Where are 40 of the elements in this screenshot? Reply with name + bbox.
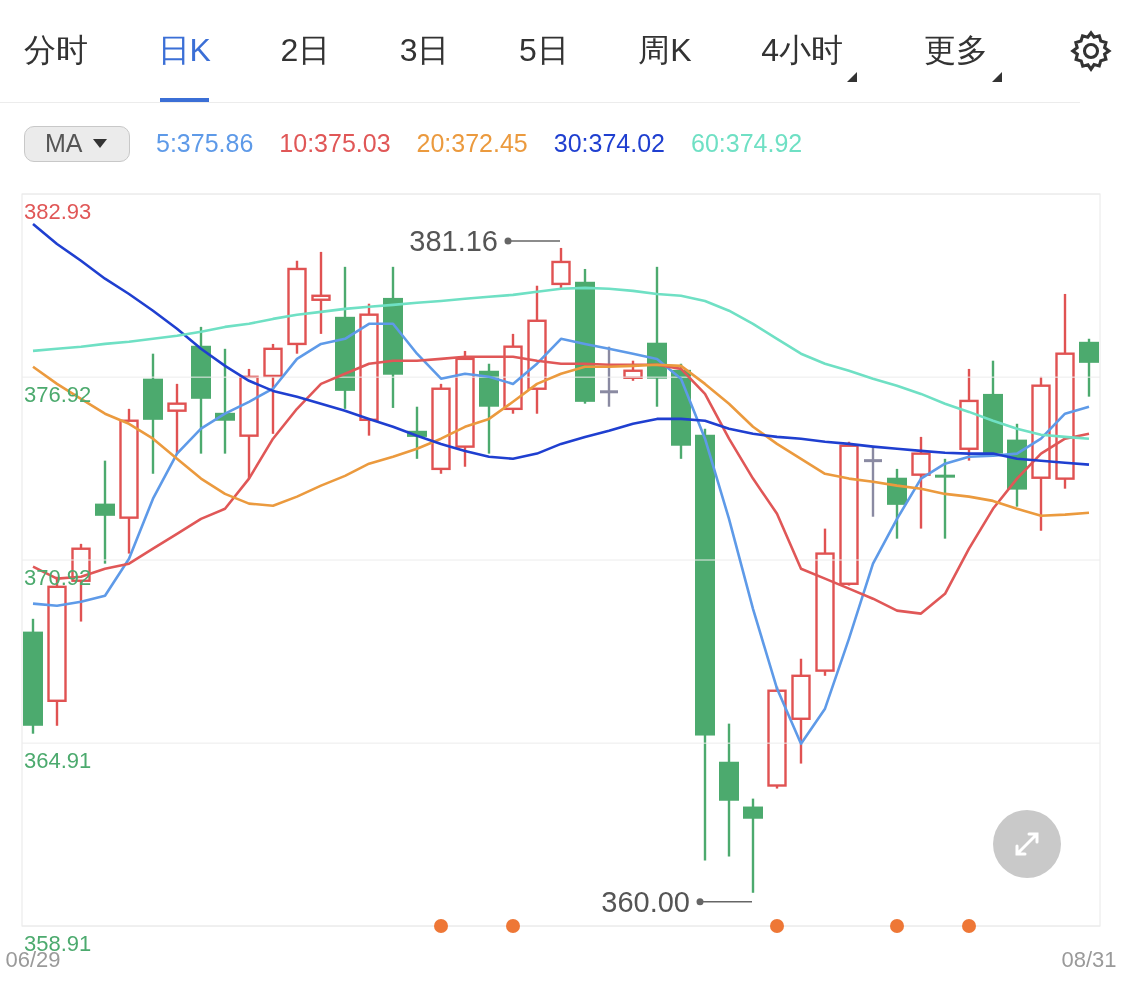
ma-legend-value: 60:374.92 (691, 129, 803, 158)
indicator-dropdown[interactable]: MA (24, 125, 130, 162)
period-tab[interactable]: 2日 (278, 0, 333, 102)
price-axis-label: 382.93 (24, 199, 92, 224)
candlestick (407, 406, 427, 459)
settings-icon (1068, 28, 1114, 74)
price-axis-label: 364.91 (24, 748, 92, 774)
candlestick (1079, 338, 1099, 397)
candlestick (887, 468, 907, 539)
leader-line (504, 237, 561, 245)
event-dot (890, 919, 904, 933)
ma-legend-value: 30:374.02 (553, 129, 665, 158)
period-tab[interactable]: 5日 (517, 0, 571, 102)
ma-legend-value: 10:375.03 (279, 129, 391, 158)
candlestick (623, 360, 643, 381)
leader-line (696, 898, 753, 906)
caret-icon (992, 72, 1003, 82)
period-tab[interactable]: 4小时 (759, 0, 857, 102)
event-dot (506, 919, 520, 933)
period-tab[interactable]: 3日 (397, 0, 452, 102)
caret-icon (846, 72, 857, 82)
candlestick (167, 383, 187, 454)
period-tab[interactable]: 分时 (22, 0, 90, 102)
event-dot (434, 919, 448, 933)
ma-legend-value: 20:372.45 (416, 129, 528, 158)
ma-legend-value: 5:375.86 (156, 129, 254, 158)
candlestick (600, 346, 618, 407)
candlestick (551, 247, 571, 289)
date-label: 08/31 (1061, 947, 1117, 972)
caret-icon (92, 138, 107, 149)
period-tab[interactable]: 周K (636, 0, 694, 102)
price-annotation: 360.00 (601, 885, 690, 918)
period-tab[interactable]: 更多 (922, 0, 1003, 102)
event-dot (962, 919, 976, 933)
event-dot (770, 919, 784, 933)
price-annotation: 381.16 (409, 224, 498, 257)
expand-icon (1015, 832, 1039, 856)
settings-button[interactable] (1068, 28, 1114, 74)
period-tab[interactable]: 日K (155, 0, 213, 102)
candlestick (864, 446, 882, 517)
